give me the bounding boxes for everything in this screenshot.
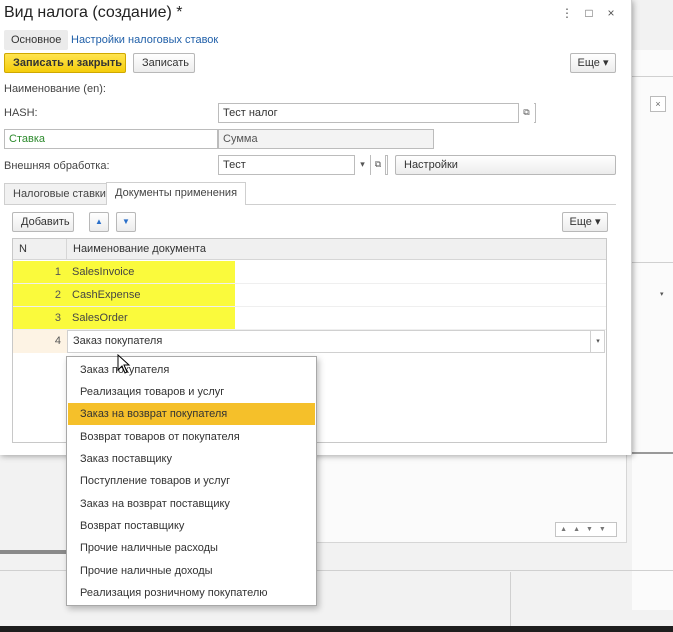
more-menu-icon[interactable]: ⋮ — [560, 6, 574, 20]
document-type-dropdown: Заказ покупателя Реализация товаров и ус… — [66, 356, 317, 606]
row-number: 4 — [54, 335, 61, 347]
column-divider — [66, 239, 67, 260]
table-more-button[interactable]: Еще ▾ — [562, 212, 608, 232]
background-window — [632, 50, 673, 610]
move-down-icon[interactable]: ▼ — [116, 212, 136, 232]
chevron-down-icon[interactable]: ▾ — [590, 331, 605, 352]
tabs-divider — [4, 204, 616, 205]
window-title: Вид налога (создание) * — [4, 4, 183, 21]
close-icon[interactable]: × — [604, 6, 618, 20]
background-close-icon: × — [650, 96, 666, 112]
background-scroll-buttons: ▲▲▼▼ — [555, 522, 617, 537]
dropdown-item-selected[interactable]: Заказ на возврат покупателя — [68, 403, 315, 425]
maximize-icon[interactable]: □ — [582, 6, 596, 20]
taskbar-strip — [0, 626, 673, 632]
dropdown-item[interactable]: Возврат поставщику — [68, 515, 315, 537]
tab-tax-rate-settings[interactable]: Настройки налоговых ставок — [64, 30, 225, 50]
ext-processing-value: Тест — [223, 159, 246, 171]
open-icon[interactable]: ⧉ — [370, 155, 386, 175]
dropdown-item[interactable]: Реализация товаров и услуг — [68, 381, 315, 403]
column-header-document[interactable]: Наименование документа — [73, 239, 206, 260]
open-icon[interactable]: ⧉ — [518, 103, 534, 123]
hash-label: HASH: — [4, 107, 38, 119]
hash-field[interactable]: Тест налог — [218, 103, 536, 123]
row-number: 3 — [54, 312, 61, 324]
sum-field[interactable]: Сумма — [218, 129, 434, 149]
name-en-label: Наименование (en): — [4, 83, 106, 95]
row-document: SalesInvoice — [72, 266, 135, 278]
column-header-n[interactable]: N — [19, 239, 27, 260]
add-button[interactable]: Добавить — [12, 212, 74, 232]
more-button[interactable]: Еще ▾ — [570, 53, 616, 73]
row-number: 1 — [54, 266, 61, 278]
background-divider — [632, 76, 673, 77]
dropdown-item[interactable]: Поступление товаров и услуг — [68, 470, 315, 492]
dropdown-item[interactable]: Прочие наличные расходы — [68, 537, 315, 559]
row-document: SalesOrder — [72, 312, 128, 324]
background-divider — [632, 262, 673, 263]
settings-button[interactable]: Настройки — [395, 155, 616, 175]
background-divider — [510, 572, 511, 626]
dropdown-item[interactable]: Заказ покупателя — [68, 359, 315, 381]
tab-main[interactable]: Основное — [4, 30, 69, 50]
hash-field-value: Тест налог — [223, 107, 278, 119]
tab-tax-rates[interactable]: Налоговые ставки — [4, 183, 115, 204]
save-button[interactable]: Записать — [133, 53, 195, 73]
dropdown-item[interactable]: Прочие наличные доходы — [68, 560, 315, 582]
background-divider — [632, 452, 673, 454]
ext-processing-label: Внешняя обработка: — [4, 160, 110, 172]
dropdown-item[interactable]: Реализация розничному покупателю — [68, 582, 315, 604]
row-number: 2 — [54, 289, 61, 301]
row-document: CashExpense — [72, 289, 141, 301]
background-dropdown-icon: ▾ — [660, 291, 664, 298]
save-and-close-button[interactable]: Записать и закрыть — [4, 53, 126, 73]
chevron-down-icon[interactable]: ▾ — [354, 155, 370, 175]
dropdown-item[interactable]: Заказ на возврат поставщику — [68, 493, 315, 515]
document-select-value: Заказ покупателя — [73, 335, 163, 347]
rate-field[interactable]: Ставка — [4, 129, 218, 149]
background-gray-bar — [0, 550, 66, 554]
tab-application-documents[interactable]: Документы применения — [106, 182, 247, 205]
move-up-icon[interactable]: ▲ — [89, 212, 109, 232]
dropdown-item[interactable]: Заказ поставщику — [68, 448, 315, 470]
mouse-cursor-icon — [117, 354, 131, 374]
dropdown-item[interactable]: Возврат товаров от покупателя — [68, 426, 315, 448]
